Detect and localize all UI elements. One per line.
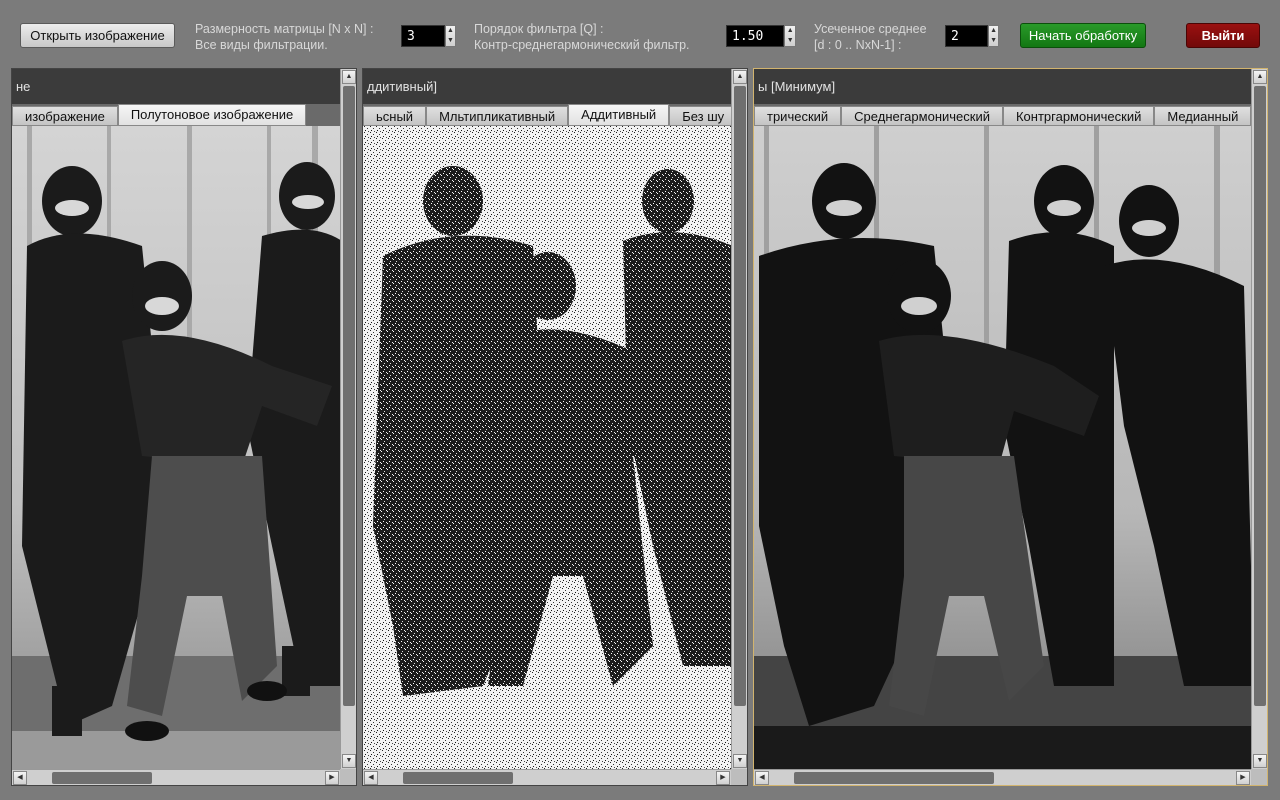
horizontal-scrollbar[interactable]: ◀ ▶ (754, 769, 1251, 785)
scroll-down-button[interactable]: ▼ (733, 754, 747, 768)
chevron-down-icon[interactable]: ▼ (785, 36, 795, 46)
horizontal-scrollbar[interactable]: ◀ ▶ (363, 769, 731, 785)
scroll-right-button[interactable]: ▶ (325, 771, 339, 785)
resize-corner (340, 769, 356, 785)
scroll-thumb[interactable] (52, 772, 152, 784)
truncated-mean-range: [d : 0 .. NxN-1] : (814, 38, 902, 52)
source-tabs: изображение Полутоновое изображение (12, 104, 340, 126)
noise-panel: ддитивный] ьсный Мльтипликативный Аддити… (362, 68, 748, 786)
noise-tabs: ьсный Мльтипликативный Аддитивный Без шу (363, 104, 731, 126)
filter-order-spinbox[interactable]: 1.50 ▲ ▼ (726, 25, 796, 47)
scroll-up-button[interactable]: ▲ (733, 70, 747, 84)
matrix-filter-note: Все виды фильтрации. (195, 38, 328, 52)
scroll-thumb[interactable] (343, 86, 355, 706)
truncated-mean-label: Усеченное среднее (814, 22, 927, 36)
chevron-up-icon[interactable]: ▲ (989, 26, 998, 36)
matrix-size-stepper[interactable]: ▲ ▼ (445, 25, 456, 47)
tab-grayscale-image[interactable]: Полутоновое изображение (117, 104, 307, 126)
vertical-scrollbar[interactable]: ▲ ▼ (731, 69, 747, 769)
tab-harmonic-mean[interactable]: Среднегармонический (841, 106, 1003, 126)
chevron-down-icon[interactable]: ▼ (446, 36, 455, 46)
truncated-mean-value[interactable]: 2 (945, 25, 989, 47)
filtered-photo (754, 126, 1251, 769)
tab-no-noise[interactable]: Без шу (669, 106, 731, 126)
tab-original-image[interactable]: изображение (12, 106, 118, 126)
scroll-left-button[interactable]: ◀ (755, 771, 769, 785)
tab-additive-noise[interactable]: Аддитивный (568, 104, 670, 126)
scroll-thumb[interactable] (794, 772, 994, 784)
start-processing-button[interactable]: Начать обработку (1020, 23, 1146, 48)
filter-tabs: трический Среднегармонический Контргармо… (754, 104, 1251, 126)
scroll-up-button[interactable]: ▲ (1253, 70, 1267, 84)
chevron-up-icon[interactable]: ▲ (785, 26, 795, 36)
resize-corner (1251, 769, 1267, 785)
scroll-left-button[interactable]: ◀ (13, 771, 27, 785)
horizontal-scrollbar[interactable]: ◀ ▶ (12, 769, 340, 785)
scroll-up-button[interactable]: ▲ (342, 70, 356, 84)
grayscale-photo (12, 126, 340, 769)
vertical-scrollbar[interactable]: ▲ ▼ (340, 69, 356, 769)
tab-contraharmonic[interactable]: Контргармонический (1002, 106, 1155, 126)
scroll-right-button[interactable]: ▶ (716, 771, 730, 785)
tab-geometric-mean[interactable]: трический (754, 106, 842, 126)
resize-corner (731, 769, 747, 785)
tab-median[interactable]: Медианный (1154, 106, 1251, 126)
scroll-right-button[interactable]: ▶ (1236, 771, 1250, 785)
scroll-thumb[interactable] (734, 86, 746, 706)
panel-title: ы [Минимум] (754, 69, 1251, 104)
filter-order-note: Контр-среднегармонический фильтр. (474, 38, 690, 52)
chevron-up-icon[interactable]: ▲ (446, 26, 455, 36)
scroll-thumb[interactable] (403, 772, 513, 784)
noisy-photo (363, 126, 731, 769)
panel-title: ддитивный] (363, 69, 731, 104)
matrix-size-value[interactable]: 3 (401, 25, 446, 47)
filter-order-stepper[interactable]: ▲ ▼ (784, 25, 796, 47)
chevron-down-icon[interactable]: ▼ (989, 36, 998, 46)
tab-multiplicative-noise[interactable]: Мльтипликативный (426, 106, 569, 126)
truncated-mean-stepper[interactable]: ▲ ▼ (988, 25, 999, 47)
exit-button[interactable]: Выйти (1186, 23, 1260, 48)
filter-result-panel: ы [Минимум] трический Среднегармонически… (753, 68, 1268, 786)
source-image-panel: не изображение Полутоновое изображение ▲… (11, 68, 357, 786)
filter-order-value[interactable]: 1.50 (726, 25, 785, 47)
matrix-size-spinbox[interactable]: 3 ▲ ▼ (401, 25, 456, 47)
scroll-thumb[interactable] (1254, 86, 1266, 706)
panel-title: не (12, 69, 340, 104)
scroll-left-button[interactable]: ◀ (364, 771, 378, 785)
matrix-size-label: Размерность матрицы [N x N] : (195, 22, 374, 36)
filter-order-label: Порядок фильтра [Q] : (474, 22, 604, 36)
truncated-mean-spinbox[interactable]: 2 ▲ ▼ (945, 25, 999, 47)
scroll-down-button[interactable]: ▼ (1253, 754, 1267, 768)
scroll-down-button[interactable]: ▼ (342, 754, 356, 768)
open-image-button[interactable]: Открыть изображение (20, 23, 175, 48)
vertical-scrollbar[interactable]: ▲ ▼ (1251, 69, 1267, 769)
tab-impulse-noise[interactable]: ьсный (363, 106, 427, 126)
